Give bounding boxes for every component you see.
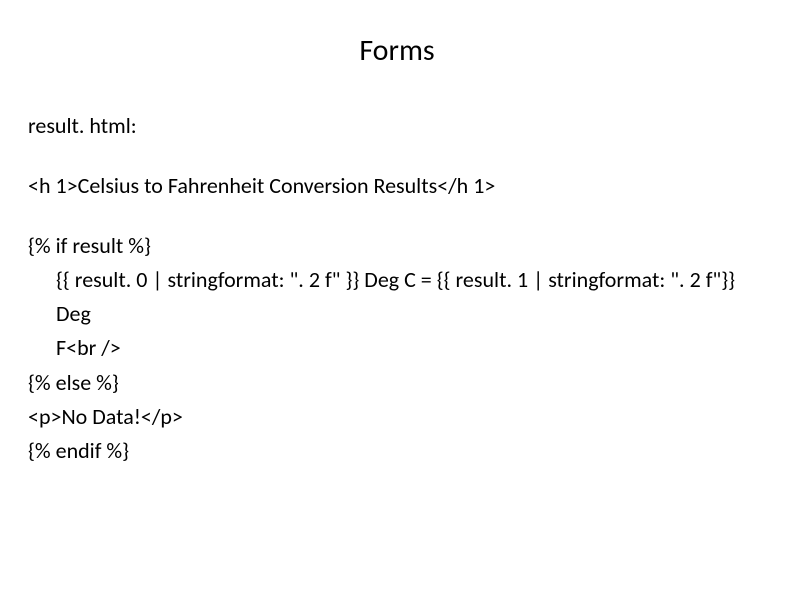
slide-container: Forms result. html: <h 1>Celsius to Fahr… <box>0 0 794 595</box>
heading-tag-line: <h 1>Celsius to Fahrenheit Conversion Re… <box>28 169 766 203</box>
filename-label: result. html: <box>28 109 766 143</box>
code-else: {% else %} <box>28 366 766 400</box>
slide-title: Forms <box>28 32 766 69</box>
code-result-line-b: F<br /> <box>28 331 766 365</box>
code-result-line-a: {{ result. 0 | stringformat: ". 2 f" }} … <box>28 263 766 331</box>
code-nodata: <p>No Data!</p> <box>28 400 766 434</box>
code-endif: {% endif %} <box>28 434 766 468</box>
template-code-block: {% if result %} {{ result. 0 | stringfor… <box>28 229 766 468</box>
code-if: {% if result %} <box>28 229 766 263</box>
slide-content: result. html: <h 1>Celsius to Fahrenheit… <box>28 109 766 468</box>
